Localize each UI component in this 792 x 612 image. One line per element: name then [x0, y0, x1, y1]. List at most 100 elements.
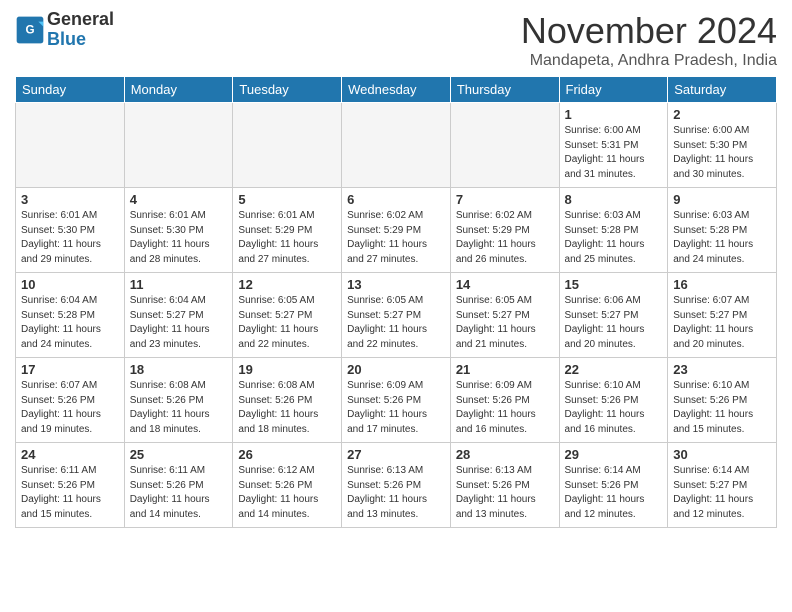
day-number: 23	[673, 362, 771, 377]
title-block: November 2024 Mandapeta, Andhra Pradesh,…	[521, 10, 777, 70]
day-number: 30	[673, 447, 771, 462]
day-number: 4	[130, 192, 228, 207]
day-number: 9	[673, 192, 771, 207]
day-number: 22	[565, 362, 663, 377]
day-number: 25	[130, 447, 228, 462]
calendar-cell: 10Sunrise: 6:04 AM Sunset: 5:28 PM Dayli…	[16, 273, 125, 358]
day-info: Sunrise: 6:09 AM Sunset: 5:26 PM Dayligh…	[456, 379, 554, 437]
calendar-cell: 2 Sunrise: 6:00 AM Sunset: 5:30 PM Daylig…	[668, 103, 777, 188]
logo-general: General	[47, 10, 114, 30]
day-info: Sunrise: 6:13 AM Sunset: 5:26 PM Dayligh…	[456, 464, 554, 522]
day-info: Sunrise: 6:14 AM Sunset: 5:27 PM Dayligh…	[673, 464, 771, 522]
week-row-4: 17Sunrise: 6:07 AM Sunset: 5:26 PM Dayli…	[16, 358, 777, 443]
calendar-cell: 15Sunrise: 6:06 AM Sunset: 5:27 PM Dayli…	[559, 273, 668, 358]
day-info: Sunrise: 6:12 AM Sunset: 5:26 PM Dayligh…	[238, 464, 336, 522]
calendar-cell	[450, 103, 559, 188]
logo-icon: G	[15, 15, 45, 45]
calendar-cell: 9 Sunrise: 6:03 AM Sunset: 5:28 PM Daylig…	[668, 188, 777, 273]
day-header-friday: Friday	[559, 77, 668, 103]
month-title: November 2024	[521, 10, 777, 52]
calendar-cell: 7Sunrise: 6:02 AM Sunset: 5:29 PM Daylig…	[450, 188, 559, 273]
day-header-thursday: Thursday	[450, 77, 559, 103]
day-info: Sunrise: 6:04 AM Sunset: 5:27 PM Dayligh…	[130, 294, 228, 352]
day-number: 14	[456, 277, 554, 292]
day-info: Sunrise: 6:02 AM Sunset: 5:29 PM Dayligh…	[347, 209, 445, 267]
day-number: 24	[21, 447, 119, 462]
location: Mandapeta, Andhra Pradesh, India	[521, 52, 777, 70]
calendar-table: SundayMondayTuesdayWednesdayThursdayFrid…	[15, 76, 777, 528]
day-header-wednesday: Wednesday	[342, 77, 451, 103]
calendar-cell: 26 Sunrise: 6:12 AM Sunset: 5:26 PM Dayli…	[233, 443, 342, 528]
day-info: Sunrise: 6:09 AM Sunset: 5:26 PM Dayligh…	[347, 379, 445, 437]
day-info: Sunrise: 6:03 AM Sunset: 5:28 PM Dayligh…	[565, 209, 663, 267]
logo-text: General Blue	[47, 10, 114, 50]
calendar-cell	[233, 103, 342, 188]
day-info: Sunrise: 6:05 AM Sunset: 5:27 PM Dayligh…	[238, 294, 336, 352]
day-number: 2	[673, 107, 771, 122]
day-number: 29	[565, 447, 663, 462]
calendar-cell: 20 Sunrise: 6:09 AM Sunset: 5:26 PM Dayli…	[342, 358, 451, 443]
calendar-cell: 3 Sunrise: 6:01 AM Sunset: 5:30 PM Daylig…	[16, 188, 125, 273]
day-info: Sunrise: 6:10 AM Sunset: 5:26 PM Dayligh…	[565, 379, 663, 437]
day-info: Sunrise: 6:14 AM Sunset: 5:26 PM Dayligh…	[565, 464, 663, 522]
calendar-cell: 28 Sunrise: 6:13 AM Sunset: 5:26 PM Dayli…	[450, 443, 559, 528]
day-info: Sunrise: 6:05 AM Sunset: 5:27 PM Dayligh…	[456, 294, 554, 352]
day-number: 20	[347, 362, 445, 377]
day-number: 8	[565, 192, 663, 207]
day-info: Sunrise: 6:00 AM Sunset: 5:30 PM Dayligh…	[673, 124, 771, 182]
day-number: 12	[238, 277, 336, 292]
logo-blue: Blue	[47, 30, 114, 50]
day-info: Sunrise: 6:01 AM Sunset: 5:30 PM Dayligh…	[21, 209, 119, 267]
calendar-cell: 1 Sunrise: 6:00 AM Sunset: 5:31 PM Daylig…	[559, 103, 668, 188]
day-number: 26	[238, 447, 336, 462]
calendar-cell: 24 Sunrise: 6:11 AM Sunset: 5:26 PM Dayli…	[16, 443, 125, 528]
day-number: 1	[565, 107, 663, 122]
week-row-5: 24 Sunrise: 6:11 AM Sunset: 5:26 PM Dayli…	[16, 443, 777, 528]
day-number: 5	[238, 192, 336, 207]
calendar-cell: 11 Sunrise: 6:04 AM Sunset: 5:27 PM Dayli…	[124, 273, 233, 358]
calendar-cell	[342, 103, 451, 188]
day-info: Sunrise: 6:11 AM Sunset: 5:26 PM Dayligh…	[21, 464, 119, 522]
day-number: 27	[347, 447, 445, 462]
week-row-3: 10Sunrise: 6:04 AM Sunset: 5:28 PM Dayli…	[16, 273, 777, 358]
calendar-cell: 17Sunrise: 6:07 AM Sunset: 5:26 PM Dayli…	[16, 358, 125, 443]
calendar-cell: 25 Sunrise: 6:11 AM Sunset: 5:26 PM Dayli…	[124, 443, 233, 528]
day-info: Sunrise: 6:13 AM Sunset: 5:26 PM Dayligh…	[347, 464, 445, 522]
day-number: 18	[130, 362, 228, 377]
day-number: 16	[673, 277, 771, 292]
day-info: Sunrise: 6:01 AM Sunset: 5:30 PM Dayligh…	[130, 209, 228, 267]
day-number: 11	[130, 277, 228, 292]
day-info: Sunrise: 6:10 AM Sunset: 5:26 PM Dayligh…	[673, 379, 771, 437]
day-info: Sunrise: 6:00 AM Sunset: 5:31 PM Dayligh…	[565, 124, 663, 182]
day-number: 28	[456, 447, 554, 462]
calendar-cell: 14 Sunrise: 6:05 AM Sunset: 5:27 PM Dayli…	[450, 273, 559, 358]
calendar-cell: 22 Sunrise: 6:10 AM Sunset: 5:26 PM Dayli…	[559, 358, 668, 443]
svg-text:G: G	[25, 23, 34, 36]
calendar-page: G General Blue November 2024 Mandapeta, …	[0, 0, 792, 538]
week-row-1: 1 Sunrise: 6:00 AM Sunset: 5:31 PM Daylig…	[16, 103, 777, 188]
day-info: Sunrise: 6:04 AM Sunset: 5:28 PM Dayligh…	[21, 294, 119, 352]
day-info: Sunrise: 6:11 AM Sunset: 5:26 PM Dayligh…	[130, 464, 228, 522]
day-number: 21	[456, 362, 554, 377]
calendar-cell: 5Sunrise: 6:01 AM Sunset: 5:29 PM Daylig…	[233, 188, 342, 273]
day-info: Sunrise: 6:07 AM Sunset: 5:27 PM Dayligh…	[673, 294, 771, 352]
header: G General Blue November 2024 Mandapeta, …	[15, 10, 777, 70]
day-info: Sunrise: 6:06 AM Sunset: 5:27 PM Dayligh…	[565, 294, 663, 352]
calendar-cell: 19Sunrise: 6:08 AM Sunset: 5:26 PM Dayli…	[233, 358, 342, 443]
calendar-cell: 13 Sunrise: 6:05 AM Sunset: 5:27 PM Dayli…	[342, 273, 451, 358]
logo: G General Blue	[15, 10, 114, 50]
week-row-2: 3 Sunrise: 6:01 AM Sunset: 5:30 PM Daylig…	[16, 188, 777, 273]
calendar-cell: 16 Sunrise: 6:07 AM Sunset: 5:27 PM Dayli…	[668, 273, 777, 358]
day-number: 13	[347, 277, 445, 292]
calendar-cell	[16, 103, 125, 188]
day-header-monday: Monday	[124, 77, 233, 103]
day-number: 19	[238, 362, 336, 377]
day-info: Sunrise: 6:02 AM Sunset: 5:29 PM Dayligh…	[456, 209, 554, 267]
calendar-cell: 6Sunrise: 6:02 AM Sunset: 5:29 PM Daylig…	[342, 188, 451, 273]
day-info: Sunrise: 6:08 AM Sunset: 5:26 PM Dayligh…	[130, 379, 228, 437]
day-header-tuesday: Tuesday	[233, 77, 342, 103]
day-info: Sunrise: 6:07 AM Sunset: 5:26 PM Dayligh…	[21, 379, 119, 437]
day-info: Sunrise: 6:05 AM Sunset: 5:27 PM Dayligh…	[347, 294, 445, 352]
day-info: Sunrise: 6:03 AM Sunset: 5:28 PM Dayligh…	[673, 209, 771, 267]
day-number: 3	[21, 192, 119, 207]
